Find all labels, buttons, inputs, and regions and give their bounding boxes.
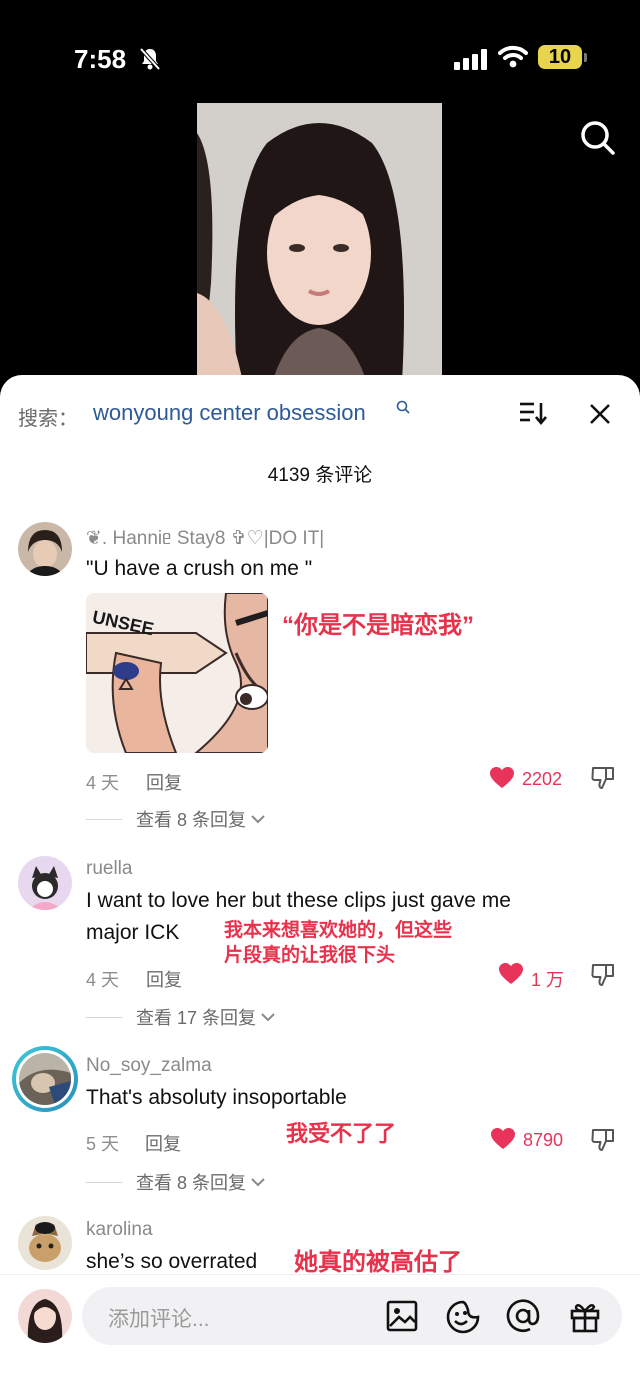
- avatar[interactable]: [18, 522, 72, 576]
- translation-annotation-line1: 我本来想喜欢她的，但这些: [224, 920, 453, 941]
- wifi-icon: [498, 44, 528, 73]
- avatar: [19, 1053, 71, 1105]
- status-time: 7:58: [74, 44, 127, 74]
- translation-annotation: “你是不是暗恋我”: [282, 612, 474, 639]
- reply-button[interactable]: 回复: [146, 966, 182, 992]
- search-icon[interactable]: [578, 118, 618, 163]
- image-icon[interactable]: [386, 1300, 418, 1337]
- comment-text-line1: I want to love her but these clips just …: [86, 889, 511, 912]
- video-frame[interactable]: [197, 103, 442, 383]
- avatar[interactable]: [18, 856, 72, 910]
- heart-icon[interactable]: [489, 766, 515, 795]
- comment-username[interactable]: ❦. Hanniᥱ Stay8 ✞♡|DO IT|: [86, 527, 324, 550]
- translation-annotation: 她真的被高估了: [294, 1249, 462, 1276]
- gift-icon[interactable]: [568, 1299, 602, 1338]
- heart-icon[interactable]: [498, 962, 524, 991]
- small-search-icon: [396, 400, 410, 419]
- view-replies-toggle[interactable]: 查看 8 条回复: [86, 806, 266, 832]
- close-icon[interactable]: [588, 402, 612, 431]
- comment-text-line2: major ICK: [86, 921, 180, 944]
- like-count: 2202: [522, 769, 563, 789]
- dislike-icon[interactable]: [590, 1127, 616, 1158]
- view-replies-toggle[interactable]: 查看 8 条回复: [86, 1169, 266, 1195]
- comment-count: 4139 条评论: [267, 465, 373, 486]
- search-prefix-label: 搜索：: [18, 408, 78, 430]
- like-count: 1 万: [531, 970, 565, 990]
- search-suggestion-link[interactable]: wonyoung center obsession: [93, 400, 366, 426]
- comment-input-placeholder: 添加评论...: [108, 1308, 210, 1331]
- comment-username[interactable]: ruella: [86, 858, 132, 880]
- reply-button[interactable]: 回复: [145, 1130, 181, 1156]
- comment-sticker-image[interactable]: UNSEE: [86, 593, 268, 753]
- battery-indicator: 10: [538, 45, 582, 69]
- translation-annotation: 我受不了了: [286, 1121, 397, 1146]
- avatar[interactable]: [18, 1216, 72, 1270]
- like-count: 8790: [523, 1130, 564, 1150]
- dislike-icon[interactable]: [590, 765, 616, 796]
- mute-bell-icon: [138, 46, 162, 77]
- comment-text: That's absoluty insoportable: [86, 1086, 347, 1109]
- battery-tip: [584, 53, 587, 62]
- comment-time: 4 天: [86, 773, 120, 793]
- translation-annotation-line2: 片段真的让我很下头: [224, 945, 396, 966]
- comment-time: 4 天: [86, 970, 120, 990]
- comment-username[interactable]: No_soy_zalma: [86, 1055, 212, 1077]
- chevron-down-icon: [251, 1178, 265, 1187]
- chevron-down-icon: [251, 815, 265, 824]
- emoji-icon[interactable]: [446, 1300, 480, 1339]
- my-avatar[interactable]: [18, 1289, 72, 1343]
- comment-time: 5 天: [86, 1134, 120, 1154]
- reply-button[interactable]: 回复: [146, 769, 182, 795]
- sort-icon[interactable]: [518, 400, 548, 431]
- chevron-down-icon: [261, 1013, 275, 1022]
- comment-username[interactable]: karolina: [86, 1219, 153, 1241]
- view-replies-toggle[interactable]: 查看 17 条回复: [86, 1004, 276, 1030]
- heart-icon[interactable]: [490, 1127, 516, 1156]
- dislike-icon[interactable]: [590, 962, 616, 993]
- comment-text: "U have a crush on me ": [86, 557, 313, 580]
- cellular-signal-icon: [454, 48, 487, 70]
- avatar-story-ring[interactable]: [12, 1046, 78, 1112]
- mention-icon[interactable]: [506, 1299, 540, 1338]
